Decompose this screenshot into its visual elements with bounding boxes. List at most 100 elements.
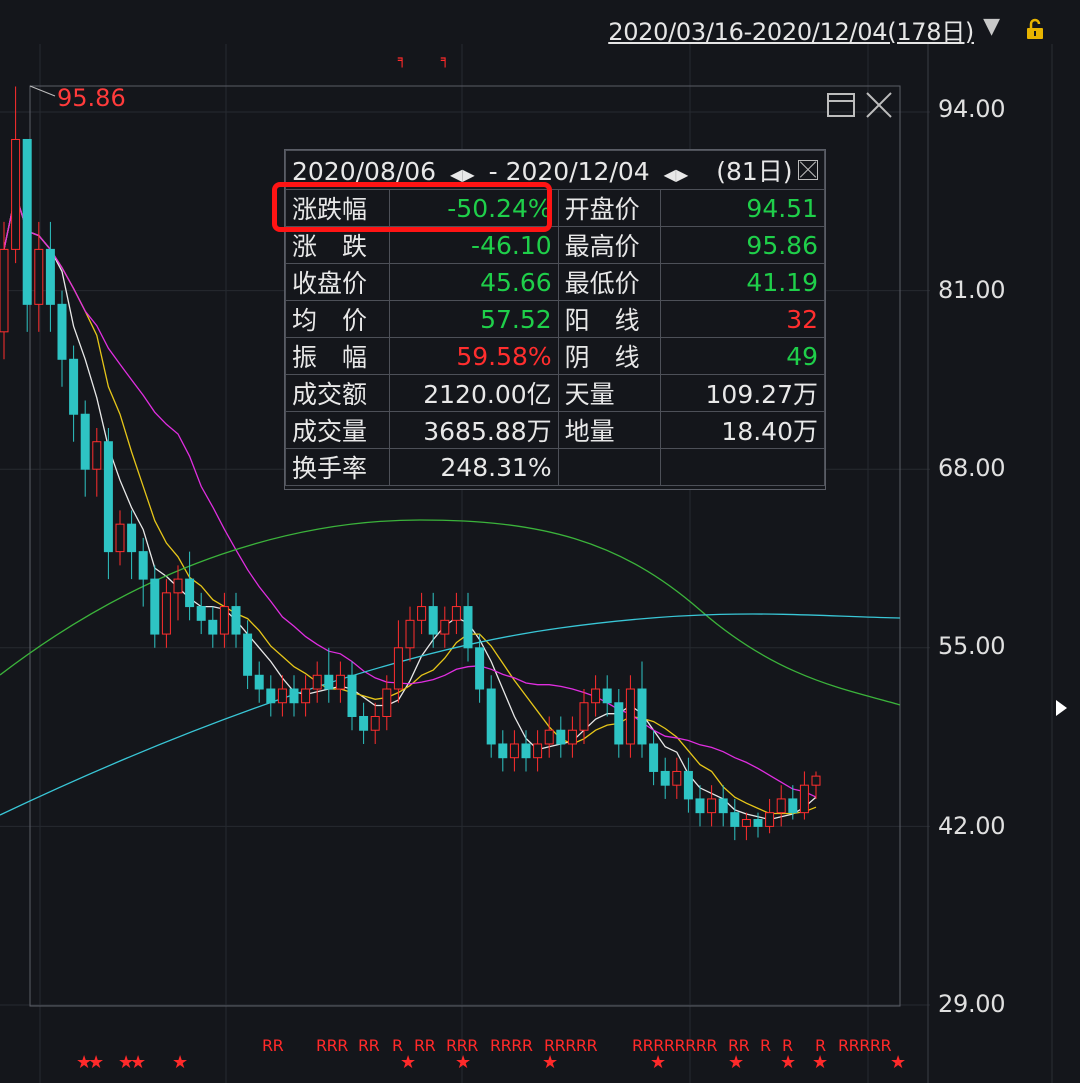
candle-body xyxy=(266,688,276,704)
end-date: 2020/12/04 xyxy=(505,157,650,186)
stats-label: 成交量 xyxy=(284,411,391,449)
lock-icon[interactable] xyxy=(1024,18,1046,40)
interval-stats-panel: 2020/08/06 ◀▶ - 2020/12/04 ◀▶ (81日) 涨跌幅 -… xyxy=(284,149,826,490)
price-axis-tick: 81.00 xyxy=(938,276,1006,304)
candle-body xyxy=(695,798,705,814)
candle-body xyxy=(718,798,728,814)
candle-body xyxy=(602,688,612,704)
candle-body xyxy=(289,688,299,704)
stats-value: 18.40万 xyxy=(660,411,825,449)
stats-value: 57.52 xyxy=(389,300,559,338)
candle-body xyxy=(405,619,415,649)
end-date-stepper-icon[interactable]: ◀▶ xyxy=(664,165,689,184)
stats-value: 59.58% xyxy=(389,337,559,375)
stats-row: 涨跌幅 -50.24% 开盘价 94.51 xyxy=(284,189,825,227)
price-axis-tick: 68.00 xyxy=(938,454,1006,482)
stats-value: 94.51 xyxy=(660,189,825,227)
candle-body xyxy=(811,775,821,786)
candle-body xyxy=(92,441,102,470)
candle-body xyxy=(150,578,160,635)
stats-value: 49 xyxy=(660,337,825,375)
star-marker: ★ xyxy=(455,1052,472,1073)
signal-markers: RR RRR RR R RR RRR RRRR RRRRR RRRRRRRR RR R R R RRRRR… xyxy=(0,1036,920,1076)
stats-label: 地量 xyxy=(557,411,662,449)
maximize-icon[interactable] xyxy=(826,90,856,120)
close-panel-icon[interactable] xyxy=(798,160,818,180)
stats-value: -46.10 xyxy=(389,226,559,264)
star-marker: ★ xyxy=(88,1052,105,1073)
stats-value: 2120.00亿 xyxy=(389,374,559,412)
stats-value: 41.19 xyxy=(660,263,825,301)
candle-body xyxy=(741,819,751,827)
stats-label: 最高价 xyxy=(557,226,662,264)
r-signal-marker: RRRRR xyxy=(838,1036,892,1055)
start-date-stepper-icon[interactable]: ◀▶ xyxy=(450,165,475,184)
candle-body xyxy=(127,523,137,553)
stats-label: 振 幅 xyxy=(284,337,391,375)
candle-body xyxy=(208,619,218,635)
candle-body xyxy=(185,578,195,608)
candle-body xyxy=(11,138,21,250)
close-icon[interactable] xyxy=(864,90,894,120)
expand-right-icon[interactable] xyxy=(1056,700,1067,716)
candle-body xyxy=(254,674,264,690)
candle-body xyxy=(591,688,601,704)
star-marker: ★ xyxy=(728,1052,745,1073)
chart-header-bar: 2020/03/16-2020/12/04(178日) ▼ xyxy=(0,0,1080,47)
candle-body xyxy=(393,647,403,690)
candle-body xyxy=(753,819,763,827)
price-axis-tick: 94.00 xyxy=(938,95,1006,123)
candle-body xyxy=(683,770,693,800)
price-axis-tick: 29.00 xyxy=(938,990,1006,1018)
candle-body xyxy=(277,688,287,704)
stats-row: 成交量 3685.88万 地量 18.40万 xyxy=(284,411,825,449)
stats-value: 95.86 xyxy=(660,226,825,264)
candle-body xyxy=(463,606,473,649)
candle-body xyxy=(22,138,32,305)
star-marker: ★ xyxy=(812,1052,829,1073)
candle-body xyxy=(301,688,311,704)
r-signal-marker: R xyxy=(760,1036,771,1055)
candle-body xyxy=(428,606,438,635)
candle-body xyxy=(243,633,253,676)
stats-label: 收盘价 xyxy=(284,263,391,301)
candle-body xyxy=(660,770,670,786)
stats-row: 收盘价 45.66 最低价 41.19 xyxy=(284,263,825,301)
top-marker: ╕ xyxy=(398,52,407,68)
stats-row: 涨 跌 -46.10 最高价 95.86 xyxy=(284,226,825,264)
candle-body xyxy=(417,606,427,621)
stats-label: 最低价 xyxy=(557,263,662,301)
price-axis-tick: 55.00 xyxy=(938,632,1006,660)
r-signal-marker: RRR xyxy=(316,1036,348,1055)
star-marker: ★ xyxy=(542,1052,559,1073)
r-signal-marker: RRRRRRRR xyxy=(632,1036,717,1055)
stats-label: 涨 跌 xyxy=(284,226,391,264)
date-range-label[interactable]: 2020/03/16-2020/12/04(178日) xyxy=(608,12,974,47)
candle-body xyxy=(57,303,67,360)
stats-label: 阳 线 xyxy=(557,300,662,338)
stats-value: 3685.88万 xyxy=(389,411,559,449)
candle-body xyxy=(730,812,740,827)
candle-body xyxy=(799,784,809,814)
candle-body xyxy=(498,743,508,759)
r-signal-marker: RR xyxy=(414,1036,436,1055)
day-count: (81日) xyxy=(716,157,793,186)
star-marker: ★ xyxy=(172,1052,189,1073)
candle-body xyxy=(521,743,531,759)
candle-body xyxy=(34,248,44,305)
stats-label xyxy=(557,448,662,486)
candle-body xyxy=(231,606,241,635)
stats-value xyxy=(660,448,825,486)
candle-body xyxy=(707,798,717,814)
candle-body xyxy=(486,688,496,745)
triangle-down-icon[interactable]: ▼ xyxy=(983,14,1000,39)
start-date: 2020/08/06 xyxy=(292,157,437,186)
candle-body xyxy=(649,743,659,772)
r-signal-marker: RRRR xyxy=(490,1036,533,1055)
candle-body xyxy=(475,647,485,690)
stats-value: 109.27万 xyxy=(660,374,825,412)
stats-row: 振 幅 59.58% 阴 线 49 xyxy=(284,337,825,375)
candle-body xyxy=(347,674,357,717)
candle-body xyxy=(80,413,90,470)
stats-row: 均 价 57.52 阳 线 32 xyxy=(284,300,825,338)
